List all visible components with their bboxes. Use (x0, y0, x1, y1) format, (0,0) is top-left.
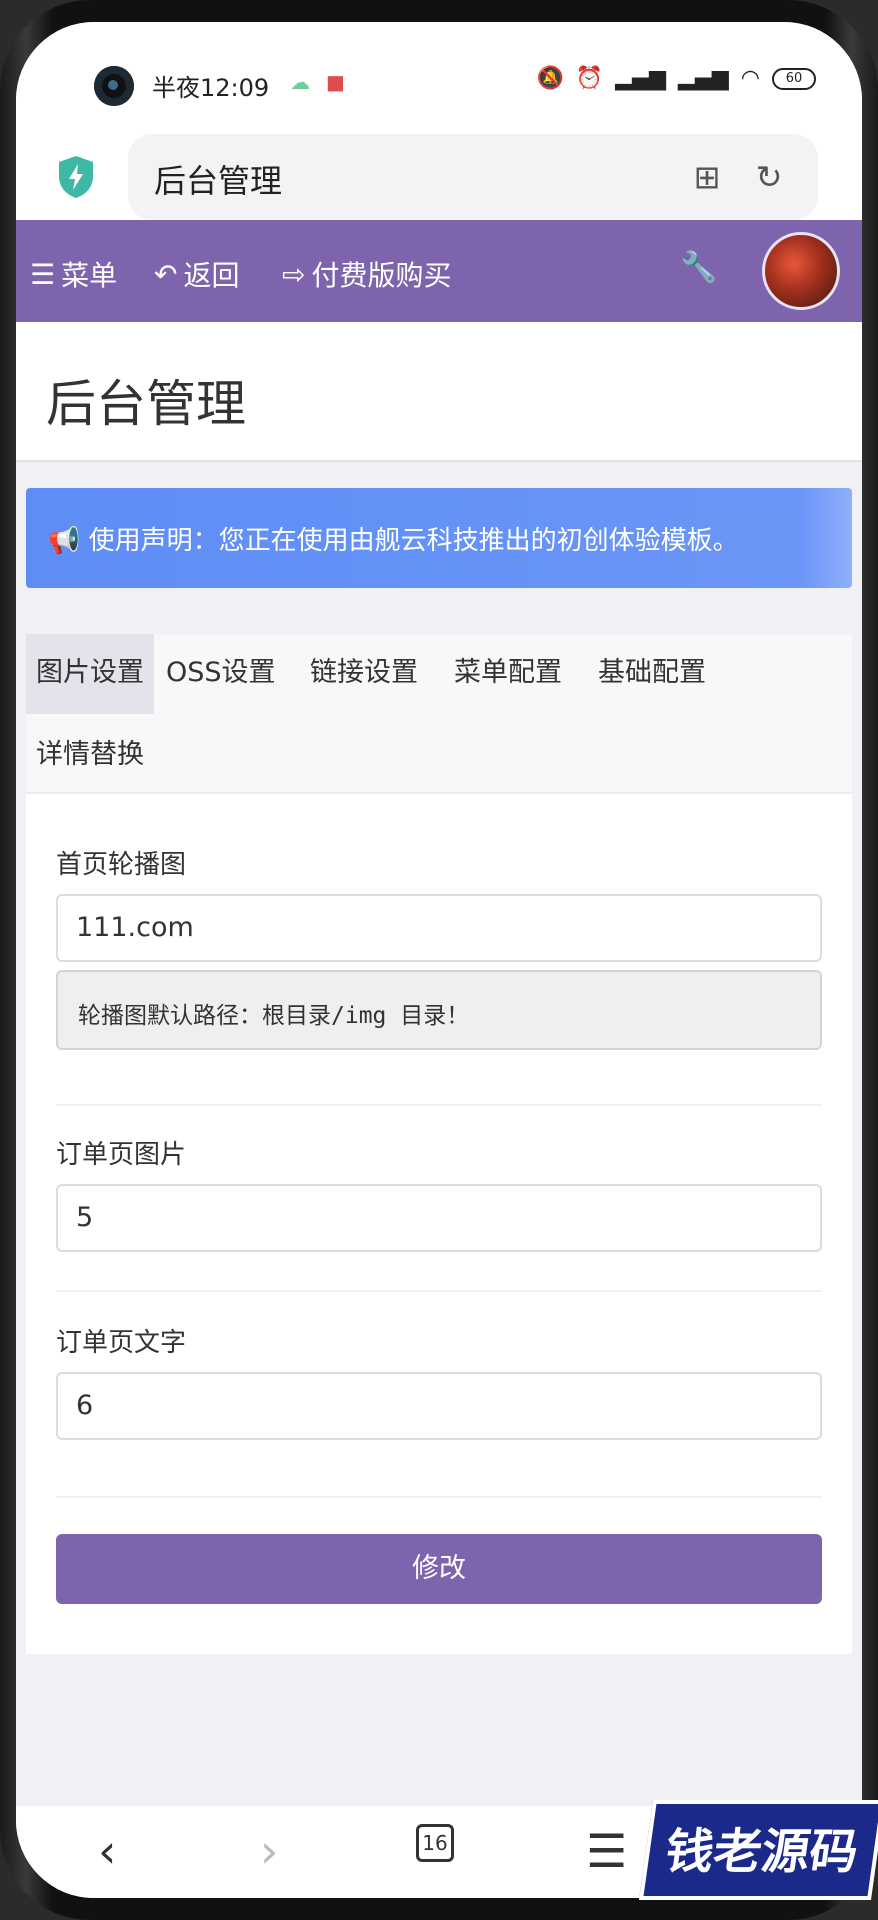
avatar[interactable] (762, 232, 840, 310)
reply-arrow-icon: ↶ (154, 257, 178, 291)
buy-button[interactable]: ⇨ 付费版购买 (282, 254, 451, 294)
hamburger-menu-icon[interactable]: ☰ (586, 1824, 627, 1878)
tab-link-settings[interactable]: 链接设置 (300, 634, 428, 705)
status-time: 半夜12:09 (152, 74, 270, 102)
order-image-input[interactable]: 5 (56, 1184, 822, 1252)
alarm-icon: ⏰ (575, 66, 604, 91)
settings-card: 图片设置 OSS设置 链接设置 菜单配置 基础配置 详情替换 首页轮播图 111… (26, 634, 852, 1654)
carousel-help-text: 轮播图默认路径：根目录/img 目录！ (56, 970, 822, 1050)
watermark-logo: 钱老源码 (638, 1800, 878, 1900)
status-bar: 半夜12:09 ☁ ■ 🔕 ⏰ ▂▄▆ ▂▄▆ ◠ 60 (16, 22, 862, 114)
address-title: 后台管理 (154, 162, 283, 200)
screen: 半夜12:09 ☁ ■ 🔕 ⏰ ▂▄▆ ▂▄▆ ◠ 60 后台管理 ⊞ ↻ ☰ … (16, 22, 862, 1898)
refresh-icon[interactable]: ↻ (750, 158, 788, 196)
buy-label: 付费版购买 (311, 259, 452, 292)
back-button[interactable]: ↶ 返回 (154, 254, 239, 294)
back-label: 返回 (183, 259, 240, 292)
address-field[interactable]: 后台管理 ⊞ ↻ (128, 134, 818, 220)
menu-label: 菜单 (61, 259, 118, 292)
alert-message: 使用声明：您正在使用由舰云科技推出的初创体验模板。 (88, 526, 739, 556)
battery-indicator: 60 (772, 67, 816, 90)
wifi-icon: ◠ (740, 66, 760, 91)
page-header: 后台管理 (16, 322, 862, 462)
cloud-icon: ☁ (290, 70, 310, 94)
order-text-label: 订单页文字 (56, 1328, 187, 1358)
phone-frame: 半夜12:09 ☁ ■ 🔕 ⏰ ▂▄▆ ▂▄▆ ◠ 60 后台管理 ⊞ ↻ ☰ … (0, 0, 878, 1920)
status-icons: 🔕 ⏰ ▂▄▆ ▂▄▆ ◠ 60 (536, 66, 816, 91)
tab-basic-config[interactable]: 基础配置 (588, 634, 716, 705)
mute-bell-icon: 🔕 (536, 66, 564, 91)
menu-button[interactable]: ☰ 菜单 (30, 254, 117, 294)
front-camera (94, 66, 134, 106)
divider (56, 1290, 822, 1292)
browser-address-bar: 后台管理 ⊞ ↻ (16, 114, 862, 224)
usage-notice-alert: 📢 使用声明：您正在使用由舰云科技推出的初创体验模板。 (26, 488, 852, 588)
signal2-icon: ▂▄▆ (678, 66, 729, 91)
settings-tabs: 图片设置 OSS设置 链接设置 菜单配置 基础配置 详情替换 (26, 634, 852, 794)
top-navbar: ☰ 菜单 ↶ 返回 ⇨ 付费版购买 🔧 (16, 220, 862, 322)
main-content: 后台管理 📢 使用声明：您正在使用由舰云科技推出的初创体验模板。 图片设置 OS… (16, 322, 862, 1898)
app-notification-icon: ■ (326, 70, 345, 94)
signal-icon: ▂▄▆ (615, 66, 667, 91)
page-title: 后台管理 (46, 375, 246, 433)
divider (56, 1496, 822, 1498)
hamburger-icon: ☰ (30, 257, 56, 291)
carousel-label: 首页轮播图 (56, 850, 187, 880)
carousel-input[interactable]: 111.com (56, 894, 822, 962)
sign-out-icon: ⇨ (282, 257, 306, 291)
tab-oss-settings[interactable]: OSS设置 (156, 634, 286, 705)
order-image-label: 订单页图片 (56, 1140, 187, 1170)
submit-button[interactable]: 修改 (56, 1534, 822, 1604)
tab-image-settings[interactable]: 图片设置 (26, 634, 154, 714)
tab-detail-replace[interactable]: 详情替换 (26, 716, 154, 787)
forward-arrow-icon[interactable]: › (260, 1824, 278, 1878)
back-arrow-icon[interactable]: ‹ (98, 1824, 116, 1878)
tab-menu-config[interactable]: 菜单配置 (444, 634, 572, 705)
wrench-icon[interactable]: 🔧 (680, 250, 717, 285)
bookmark-add-icon[interactable]: ⊞ (688, 158, 726, 196)
divider (56, 1104, 822, 1106)
order-text-input[interactable]: 6 (56, 1372, 822, 1440)
shield-icon[interactable] (56, 154, 96, 200)
tab-count-button[interactable]: 16 (416, 1824, 454, 1862)
megaphone-icon: 📢 (48, 526, 81, 556)
alert-text: 📢 使用声明：您正在使用由舰云科技推出的初创体验模板。 (48, 520, 739, 557)
